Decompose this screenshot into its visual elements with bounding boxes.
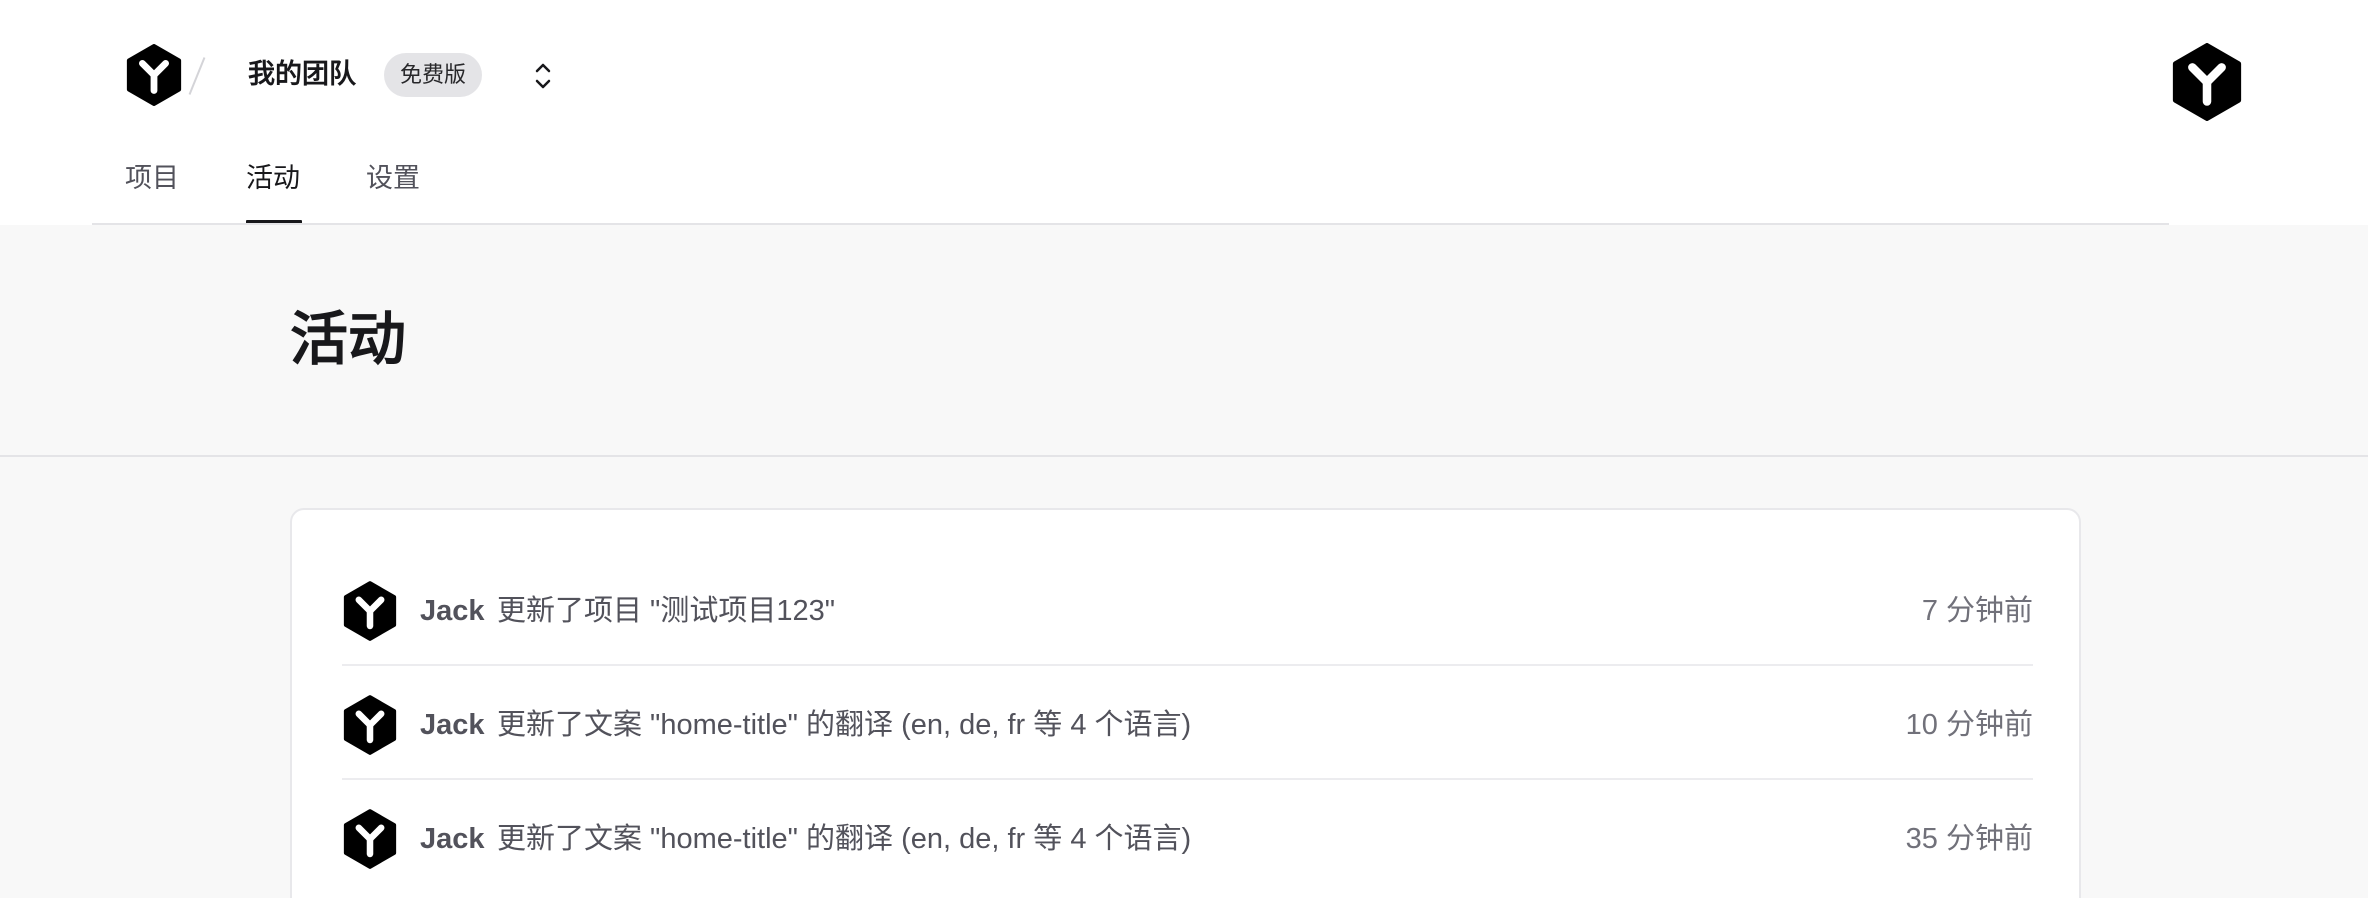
activity-item: Jack 更新了文案 "home-title" 的翻译 (en, de, fr … [342, 780, 2033, 894]
actor-avatar-icon [342, 581, 398, 641]
activity-message: 更新了文案 "home-title" 的翻译 (en, de, fr 等 4 个… [497, 823, 1192, 855]
actor-avatar-icon [342, 809, 398, 869]
activity-time: 7 分钟前 [1921, 595, 2033, 627]
user-avatar-icon[interactable] [2170, 43, 2244, 121]
activity-list-card: Jack 更新了项目 "测试项目123" 7 分钟前 Jack 更新了文案 "h… [290, 508, 2081, 898]
tab-projects[interactable]: 项目 [125, 156, 179, 200]
tab-settings[interactable]: 设置 [366, 156, 420, 200]
top-navigation-bar: 我的团队 免费版 项目 活动 设置 [0, 0, 2368, 225]
team-logo-icon[interactable] [124, 44, 184, 106]
activity-message: 更新了文案 "home-title" 的翻译 (en, de, fr 等 4 个… [497, 709, 1192, 741]
actor-avatar-icon [342, 695, 398, 755]
tab-activity[interactable]: 活动 [246, 156, 300, 200]
activity-message: 更新了项目 "测试项目123" [497, 595, 836, 627]
activity-actor: Jack [420, 823, 485, 855]
team-switcher-chevron-up-down-icon[interactable] [528, 58, 558, 94]
plan-badge: 免费版 [384, 53, 483, 97]
page-title: 活动 [290, 307, 407, 372]
activity-actor: Jack [420, 709, 485, 741]
activity-time: 35 分钟前 [1905, 823, 2033, 855]
activity-item: Jack 更新了文案 "home-title" 的翻译 (en, de, fr … [342, 666, 2033, 780]
activity-time: 10 分钟前 [1905, 709, 2033, 741]
breadcrumb-separator [188, 57, 206, 95]
team-name[interactable]: 我的团队 [248, 54, 356, 94]
activity-item: Jack 更新了项目 "测试项目123" 7 分钟前 [342, 552, 2033, 666]
activity-actor: Jack [420, 595, 485, 627]
